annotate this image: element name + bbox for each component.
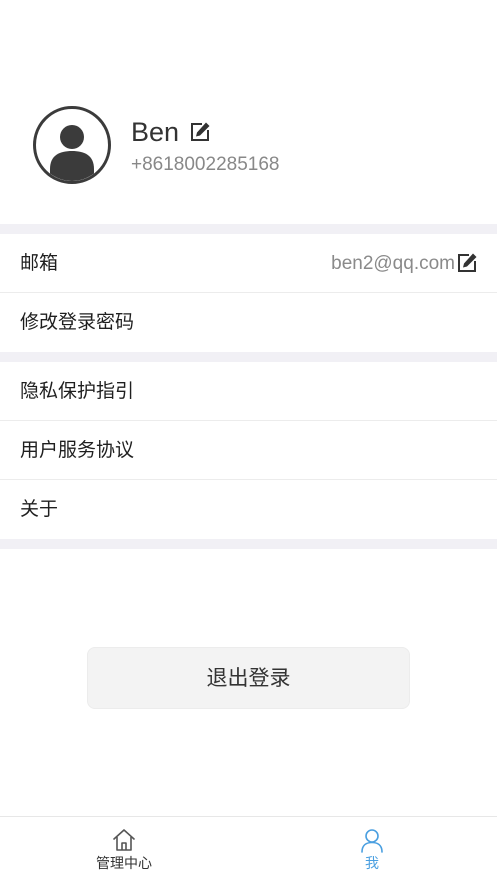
- section-separator: [0, 352, 497, 362]
- email-label: 邮箱: [20, 252, 59, 274]
- section-separator: [0, 224, 497, 234]
- change-password-row[interactable]: 修改登录密码: [0, 293, 497, 352]
- about-label: 关于: [20, 498, 59, 520]
- profile-header: Ben +8618002285168: [0, 0, 497, 226]
- bottom-tab-bar: 管理中心 我: [0, 816, 497, 883]
- user-name: Ben: [131, 117, 180, 147]
- about-row[interactable]: 关于: [0, 480, 497, 539]
- email-value: ben2@qq.com: [331, 253, 455, 274]
- app-screen: Ben +8618002285168 邮箱 ben2@qq.com 修改登录密码…: [0, 0, 497, 883]
- tab-management-center[interactable]: 管理中心: [54, 817, 194, 883]
- tab-me[interactable]: 我: [302, 817, 442, 883]
- edit-name-icon[interactable]: [189, 121, 211, 143]
- agreement-row[interactable]: 用户服务协议: [0, 421, 497, 480]
- agreement-label: 用户服务协议: [20, 439, 135, 461]
- change-password-label: 修改登录密码: [20, 311, 135, 333]
- person-icon: [359, 827, 385, 853]
- edit-email-icon[interactable]: [456, 252, 478, 274]
- tab-me-label: 我: [365, 856, 379, 872]
- section-separator: [0, 539, 497, 549]
- home-icon: [111, 827, 137, 853]
- user-phone: +8618002285168: [131, 154, 280, 175]
- privacy-label: 隐私保护指引: [20, 380, 135, 402]
- tab-management-center-label: 管理中心: [96, 856, 152, 872]
- privacy-row[interactable]: 隐私保护指引: [0, 362, 497, 421]
- email-row[interactable]: 邮箱 ben2@qq.com: [0, 234, 497, 293]
- logout-button[interactable]: 退出登录: [87, 647, 410, 709]
- avatar-icon[interactable]: [33, 106, 111, 184]
